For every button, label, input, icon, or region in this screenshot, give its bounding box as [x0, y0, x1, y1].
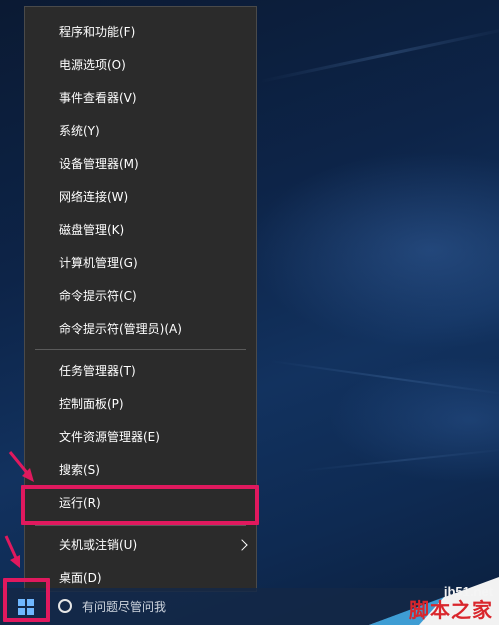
desktop: 程序和功能(F) 电源选项(O) 事件查看器(V) 系统(Y) 设备管理器(M)…: [0, 0, 499, 625]
menu-item-power-options[interactable]: 电源选项(O): [25, 48, 256, 81]
menu-item-label: 计算机管理(G): [59, 256, 138, 270]
wallpaper-light-streak: [259, 25, 499, 83]
menu-item-file-explorer[interactable]: 文件资源管理器(E): [25, 420, 256, 453]
menu-item-disk-management[interactable]: 磁盘管理(K): [25, 213, 256, 246]
menu-item-network-connections[interactable]: 网络连接(W): [25, 180, 256, 213]
menu-item-label: 桌面(D): [59, 571, 102, 585]
menu-item-label: 网络连接(W): [59, 190, 129, 204]
menu-item-device-manager[interactable]: 设备管理器(M): [25, 147, 256, 180]
chevron-right-icon: [236, 538, 248, 551]
menu-item-label: 文件资源管理器(E): [59, 430, 160, 444]
menu-item-search[interactable]: 搜索(S): [25, 453, 256, 486]
menu-item-label: 命令提示符(C): [59, 289, 137, 303]
menu-item-label: 任务管理器(T): [59, 364, 136, 378]
menu-item-control-panel[interactable]: 控制面板(P): [25, 387, 256, 420]
menu-separator: [35, 525, 246, 526]
menu-item-command-prompt[interactable]: 命令提示符(C): [25, 279, 256, 312]
cortana-circle-icon: [58, 599, 72, 613]
menu-item-task-manager[interactable]: 任务管理器(T): [25, 354, 256, 387]
menu-item-label: 搜索(S): [59, 463, 100, 477]
arrow-icon: [4, 535, 20, 568]
watermark-name: 脚本之家: [409, 598, 493, 622]
search-placeholder: 有问题尽管问我: [82, 599, 167, 614]
menu-item-label: 程序和功能(F): [59, 25, 136, 39]
menu-separator: [35, 349, 246, 350]
menu-item-system[interactable]: 系统(Y): [25, 114, 256, 147]
menu-item-programs-and-features[interactable]: 程序和功能(F): [25, 15, 256, 48]
menu-item-command-prompt-admin[interactable]: 命令提示符(管理员)(A): [25, 312, 256, 345]
watermark: jb51.net 脚本之家: [349, 577, 499, 625]
menu-item-label: 关机或注销(U): [59, 538, 138, 552]
menu-item-label: 控制面板(P): [59, 397, 124, 411]
start-highlight-box: [3, 578, 50, 622]
menu-item-computer-management[interactable]: 计算机管理(G): [25, 246, 256, 279]
menu-item-shutdown-or-sign-out[interactable]: 关机或注销(U): [25, 528, 256, 561]
menu-item-label: 事件查看器(V): [59, 91, 137, 105]
cortana-search-box[interactable]: 有问题尽管问我: [52, 590, 272, 622]
run-highlight-box: [21, 485, 259, 525]
menu-item-label: 命令提示符(管理员)(A): [59, 322, 182, 336]
wallpaper-light-streak: [299, 448, 499, 472]
wallpaper-light-streak: [269, 360, 499, 396]
menu-item-label: 系统(Y): [59, 124, 100, 138]
menu-item-label: 电源选项(O): [59, 58, 126, 72]
menu-item-event-viewer[interactable]: 事件查看器(V): [25, 81, 256, 114]
menu-item-label: 设备管理器(M): [59, 157, 139, 171]
menu-item-label: 磁盘管理(K): [59, 223, 125, 237]
